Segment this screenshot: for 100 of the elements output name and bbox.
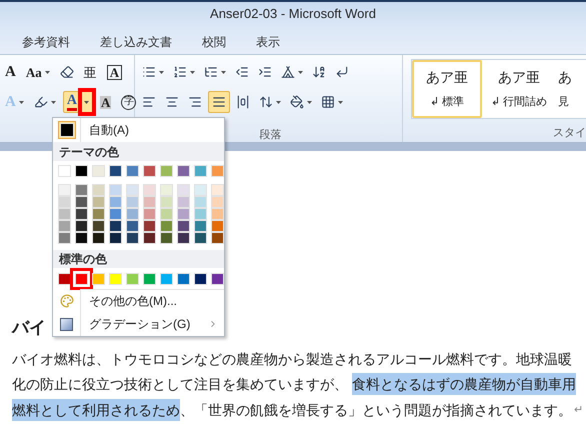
color-swatch[interactable] [194, 184, 207, 196]
color-swatch[interactable] [177, 273, 190, 285]
color-swatch[interactable] [58, 165, 71, 177]
align-right-icon [188, 95, 202, 109]
style-gallery-item[interactable]: あア亜 ↲ 標準 [412, 60, 482, 118]
color-swatch[interactable] [58, 208, 71, 220]
color-swatch[interactable] [194, 232, 207, 244]
color-swatch[interactable] [75, 273, 88, 285]
color-swatch[interactable] [177, 196, 190, 208]
document-heading: バイ [12, 317, 46, 339]
ribbon-button[interactable]: A [2, 61, 19, 83]
color-swatch[interactable] [177, 220, 190, 232]
caret-icon [221, 70, 226, 74]
color-swatch[interactable] [75, 232, 88, 244]
character-border-icon: A [106, 64, 122, 80]
color-swatch[interactable] [109, 208, 122, 220]
color-swatch[interactable] [143, 165, 156, 177]
ribbon-button[interactable]: 亜 [80, 61, 100, 83]
highlighter-icon [34, 95, 48, 109]
color-swatch[interactable] [109, 220, 122, 232]
section-header: 標準の色 [59, 251, 107, 268]
color-swatch[interactable] [160, 232, 173, 244]
color-swatch[interactable] [75, 184, 88, 196]
ribbon-tab[interactable]: 校閲 [194, 30, 234, 54]
ribbon-tab[interactable]: 表示 [248, 30, 288, 54]
color-swatch[interactable] [75, 165, 88, 177]
color-swatch[interactable] [160, 184, 173, 196]
color-swatch[interactable] [194, 165, 207, 177]
color-swatch[interactable] [211, 184, 224, 196]
color-swatch[interactable] [126, 184, 139, 196]
gradient-item[interactable]: グラデーション(G) [80, 312, 208, 336]
color-swatch[interactable] [92, 273, 105, 285]
color-swatch[interactable] [211, 196, 224, 208]
color-swatch[interactable] [143, 208, 156, 220]
ribbon-button[interactable] [208, 91, 230, 113]
style-name: ↲ 標準 [430, 95, 464, 110]
color-swatch[interactable] [92, 220, 105, 232]
ribbon-button[interactable]: 字 [118, 91, 140, 113]
ribbon-tab[interactable]: 差し込み文書 [92, 30, 180, 54]
color-swatch[interactable] [160, 273, 173, 285]
color-swatch[interactable] [160, 208, 173, 220]
color-swatch[interactable] [194, 196, 207, 208]
color-swatch[interactable] [109, 232, 122, 244]
color-swatch[interactable] [211, 273, 224, 285]
color-swatch[interactable] [75, 220, 88, 232]
color-swatch[interactable] [143, 220, 156, 232]
color-swatch[interactable] [58, 196, 71, 208]
color-swatch[interactable] [143, 184, 156, 196]
color-swatch[interactable] [177, 232, 190, 244]
color-swatch[interactable] [92, 184, 105, 196]
color-swatch[interactable] [211, 165, 224, 177]
color-swatch[interactable] [126, 232, 139, 244]
color-swatch[interactable] [194, 208, 207, 220]
color-swatch[interactable] [194, 273, 207, 285]
color-swatch[interactable] [126, 273, 139, 285]
color-swatch[interactable] [75, 196, 88, 208]
group-label: 段落 [260, 128, 282, 143]
color-swatch[interactable] [109, 165, 122, 177]
color-swatch[interactable] [58, 184, 71, 196]
color-swatch[interactable] [58, 273, 71, 285]
color-swatch[interactable] [143, 273, 156, 285]
color-swatch[interactable] [160, 196, 173, 208]
color-swatch[interactable] [194, 220, 207, 232]
ribbon-button[interactable]: A [104, 61, 126, 83]
color-swatch[interactable] [143, 232, 156, 244]
color-swatch[interactable] [92, 196, 105, 208]
color-swatch[interactable] [160, 165, 173, 177]
color-swatch[interactable] [109, 196, 122, 208]
style-name: 見 [558, 95, 569, 110]
ribbon-tab[interactable]: 参考資料 [14, 30, 78, 54]
color-swatch[interactable] [211, 208, 224, 220]
color-swatch[interactable] [177, 165, 190, 177]
color-swatch[interactable] [92, 208, 105, 220]
caret-icon [338, 100, 343, 104]
caret-icon [44, 70, 50, 74]
style-gallery-item[interactable]: あア亜 ↲ 行間詰め [484, 60, 554, 118]
color-swatch[interactable] [160, 220, 173, 232]
color-swatch[interactable] [92, 165, 105, 177]
color-swatch[interactable] [60, 123, 74, 137]
color-swatch[interactable] [126, 208, 139, 220]
color-swatch[interactable] [126, 220, 139, 232]
color-swatch[interactable] [75, 208, 88, 220]
color-swatch[interactable] [126, 196, 139, 208]
color-swatch[interactable] [92, 232, 105, 244]
color-swatch[interactable] [177, 208, 190, 220]
style-gallery-item[interactable]: あ 見 [556, 60, 586, 118]
more-colors-item[interactable]: その他の色(M)... [80, 290, 177, 312]
color-swatch[interactable] [143, 196, 156, 208]
color-swatch[interactable] [58, 232, 71, 244]
color-swatch[interactable] [109, 184, 122, 196]
color-swatch[interactable] [126, 165, 139, 177]
color-swatch[interactable] [177, 184, 190, 196]
color-swatch[interactable] [109, 273, 122, 285]
ribbon-button[interactable]: Aa [22, 61, 53, 83]
ribbon-button[interactable]: A [96, 91, 114, 113]
color-swatch[interactable] [58, 220, 71, 232]
font-color-dropdown[interactable] [80, 91, 93, 113]
color-swatch[interactable] [211, 232, 224, 244]
color-swatch[interactable] [211, 220, 224, 232]
enclosed-character-icon: 字 [121, 94, 136, 110]
